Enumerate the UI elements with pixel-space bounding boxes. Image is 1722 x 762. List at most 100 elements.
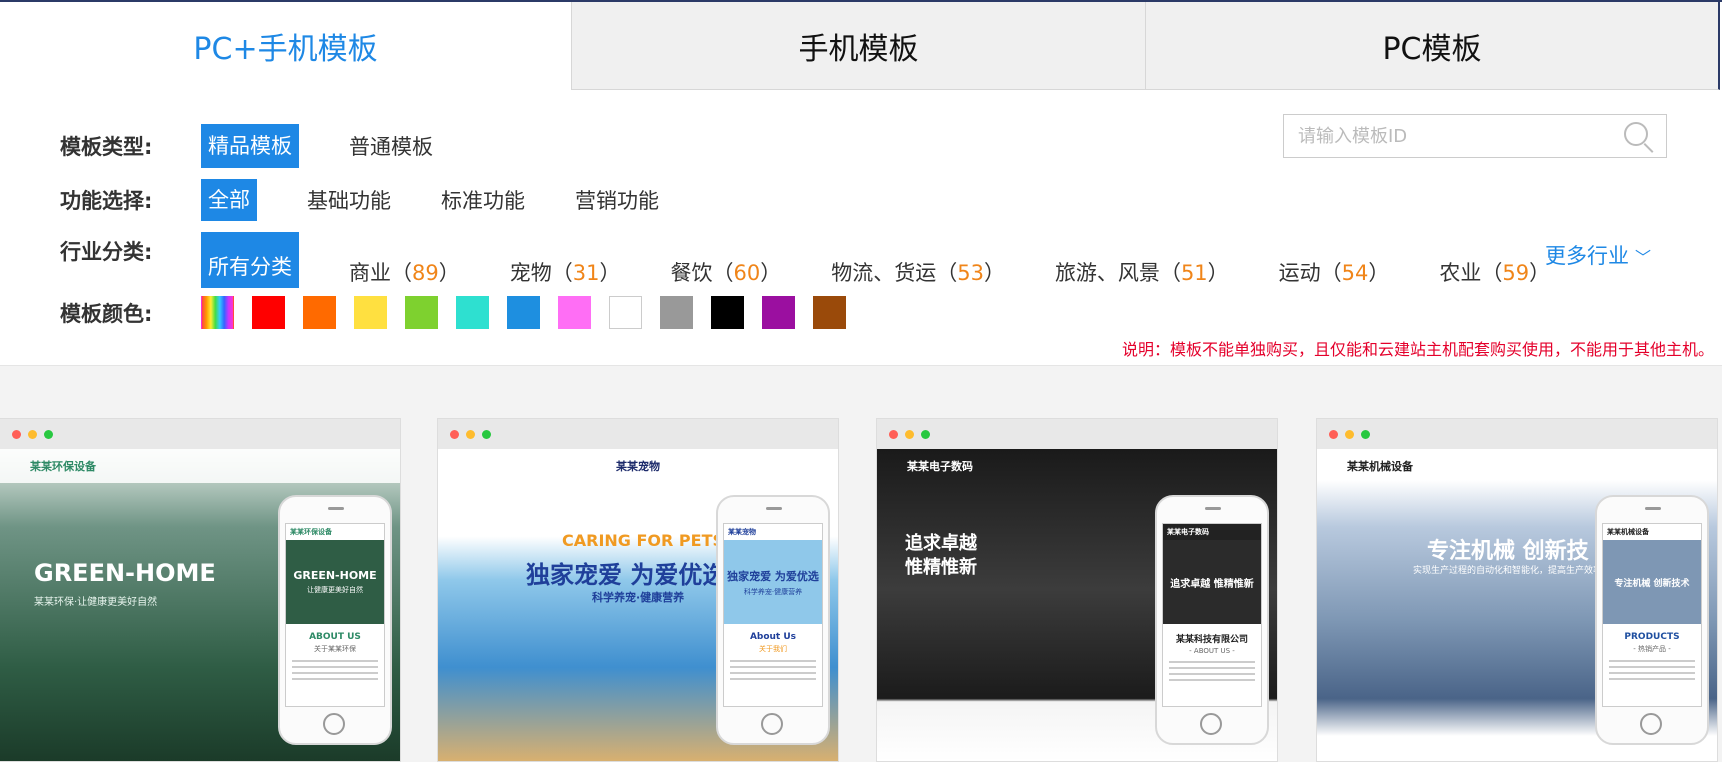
close-dot-icon [450,430,459,439]
mobile-section-title: PRODUCTS [1624,632,1680,642]
mobile-site-name: 某某机械设备 [1603,524,1701,540]
industry-count: 53 [957,261,984,285]
filter-label-color: 模板颜色: [60,301,153,326]
preview-site-name: 某某环保设备 [0,449,400,483]
color-swatch[interactable] [660,296,693,329]
mobile-section-subtitle: 关于我们 [759,645,787,653]
industry-name: 物流、货运 [831,261,937,285]
color-swatch[interactable] [405,296,438,329]
maximize-dot-icon [921,430,930,439]
minimize-dot-icon [466,430,475,439]
purchase-note: 说明：模板不能单独购买，且仅能和云建站主机配套购买使用，不能用于其他主机。 [1121,340,1714,359]
template-card[interactable]: 某某电子数码 追求卓越 惟精惟新 某某电子数码 追求卓越 惟精惟新 某某科技有限… [876,418,1278,762]
function-option-marketing[interactable]: 营销功能 [575,185,659,215]
type-option-normal[interactable]: 普通模板 [349,131,433,161]
template-card[interactable]: 某某宠物 CARING FOR PETS 独家宠爱 为爱优选 科学养宠·健康营养… [437,418,839,762]
color-swatch[interactable] [303,296,336,329]
preview-hero-subtitle: 独家宠爱 为爱优选 [526,561,727,589]
chevron-down-icon: ﹀ [1635,248,1652,267]
preview-hero-subtitle: 某某环保·让健康更美好自然 [34,597,158,608]
color-swatch[interactable] [813,296,846,329]
phone-mockup: 某某宠物 独家宠爱 为爱优选 科学养宠·健康营养 About Us 关于我们 [716,495,830,745]
preview-hero-title: 追求卓越 [905,533,977,554]
color-swatch-list [201,296,864,329]
mobile-hero-subtitle: 科学养宠·健康营养 [743,587,803,596]
industry-name: 旅游、风景 [1054,261,1160,285]
maximize-dot-icon [1361,430,1370,439]
phone-mockup: 某某电子数码 追求卓越 惟精惟新 某某科技有限公司 - ABOUT US - [1155,495,1269,745]
industry-count: 54 [1341,261,1369,285]
filter-row-type: 模板类型: 精品模板 普通模板 [60,124,483,168]
maximize-dot-icon [44,430,53,439]
preview-hero-title: GREEN-HOME [34,559,216,587]
industry-option-pets[interactable]: 宠物（31） [510,257,621,287]
phone-mockup: 某某机械设备 专注机械 创新技术 PRODUCTS - 热销产品 - [1595,495,1709,745]
color-swatch[interactable] [507,296,540,329]
maximize-dot-icon [482,430,491,439]
phone-mockup: 某某环保设备 GREEN-HOME 让健康更美好自然 ABOUT US 关于某某… [278,495,392,745]
preview-hero-title: 专注机械 创新技 [1427,539,1589,564]
industry-option-agriculture[interactable]: 农业（59） [1439,257,1550,287]
mobile-site-name: 某某电子数码 [1163,524,1261,540]
phone-home-button [1640,713,1662,735]
window-titlebar [0,419,400,449]
mobile-section-title: ABOUT US [309,632,361,642]
window-titlebar [1317,419,1717,449]
more-industries-link[interactable]: 更多行业 ﹀ [1545,240,1651,270]
industry-option-sports[interactable]: 运动（54） [1279,257,1390,287]
function-option-basic[interactable]: 基础功能 [307,185,391,215]
template-card[interactable]: 某某环保设备 GREEN-HOME 某某环保·让健康更美好自然 某某环保设备 G… [0,418,401,762]
color-swatch[interactable] [558,296,591,329]
mobile-hero-title: GREEN-HOME [293,569,377,582]
function-option-standard[interactable]: 标准功能 [441,185,525,215]
industry-count: 51 [1180,261,1208,285]
preview-site-name: 某某电子数码 [907,460,973,473]
industry-option-logistics[interactable]: 物流、货运（53） [831,257,1005,287]
color-swatch[interactable] [354,296,387,329]
close-dot-icon [1329,430,1338,439]
mobile-section-title: 某某科技有限公司 [1175,635,1248,645]
color-swatch[interactable] [609,296,642,329]
template-preview: 某某机械设备 专注机械 创新技 实现生产过程的自动化和智能化，提高生产效率和 某… [1317,449,1717,761]
mobile-section-subtitle: 关于某某环保 [314,645,356,653]
mobile-site-name: 某某宠物 [724,524,822,540]
color-swatch[interactable] [456,296,489,329]
color-swatch[interactable] [711,296,744,329]
color-swatch[interactable] [762,296,795,329]
color-swatch[interactable] [201,296,234,329]
preview-site-name: 某某宠物 [616,460,660,473]
preview-hero-title: CARING FOR PETS [562,531,725,550]
close-dot-icon [12,430,21,439]
industry-name: 运动 [1278,261,1321,285]
window-titlebar [877,419,1277,449]
industry-option-travel[interactable]: 旅游、风景（51） [1055,257,1229,287]
color-swatch[interactable] [252,296,285,329]
industry-option-all[interactable]: 所有分类 [201,232,299,288]
industry-count: 60 [733,261,761,285]
phone-home-button [1200,713,1222,735]
phone-home-button [323,713,345,735]
template-preview: 某某环保设备 GREEN-HOME 某某环保·让健康更美好自然 某某环保设备 G… [0,449,400,761]
tab-pc[interactable]: PC模板 [1146,2,1720,90]
template-preview: 某某宠物 CARING FOR PETS 独家宠爱 为爱优选 科学养宠·健康营养… [438,449,838,761]
mobile-site-name: 某某环保设备 [286,524,384,540]
template-id-input[interactable] [1284,116,1618,156]
preview-hero-tag: 科学养宠·健康营养 [592,591,685,604]
industry-option-business[interactable]: 商业（89） [349,257,460,287]
search-icon[interactable] [1618,116,1658,156]
function-option-all[interactable]: 全部 [201,179,257,221]
template-tabs: PC+手机模板 手机模板 PC模板 [0,2,1722,90]
industry-option-food[interactable]: 餐饮（60） [670,257,781,287]
industry-name: 商业 [349,261,391,285]
filter-label-function: 功能选择: [60,189,153,213]
mobile-section-subtitle: - ABOUT US - [1189,647,1235,655]
template-preview: 某某电子数码 追求卓越 惟精惟新 某某电子数码 追求卓越 惟精惟新 某某科技有限… [877,449,1277,761]
tab-pc-mobile[interactable]: PC+手机模板 [0,2,572,90]
filter-label-type: 模板类型: [60,135,153,159]
type-option-premium[interactable]: 精品模板 [201,124,299,168]
tab-mobile[interactable]: 手机模板 [572,2,1146,90]
industry-count: 31 [572,261,600,285]
filter-label-industry: 行业分类: [60,240,153,264]
template-card[interactable]: 某某机械设备 专注机械 创新技 实现生产过程的自动化和智能化，提高生产效率和 某… [1316,418,1718,762]
preview-hero-subtitle: 惟精惟新 [905,557,977,578]
